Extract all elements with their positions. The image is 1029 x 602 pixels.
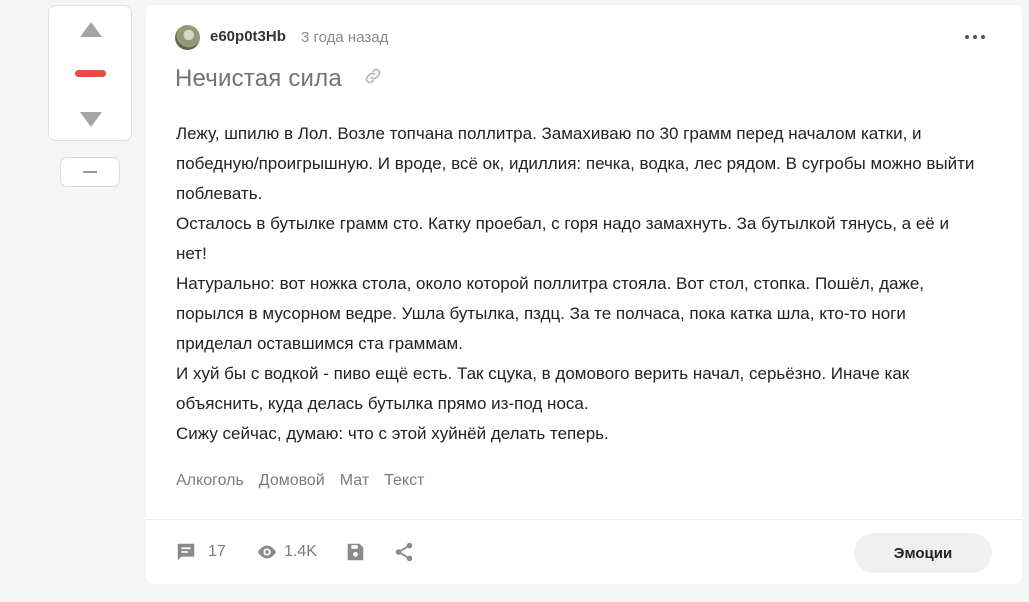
comments-count: 17 (208, 543, 226, 560)
tag[interactable]: Алкоголь (176, 472, 244, 490)
vote-panel (48, 5, 132, 141)
story-paragraph: Сижу сейчас, думаю: что с этой хуйнёй де… (176, 424, 609, 443)
save-icon (344, 541, 366, 563)
eye-icon (256, 541, 278, 563)
minus-icon (83, 171, 97, 173)
tag[interactable]: Текст (384, 472, 424, 490)
collapse-button[interactable] (60, 157, 120, 187)
tag[interactable]: Домовой (259, 472, 325, 490)
views-count: 1.4K (284, 543, 317, 560)
rating-indicator (75, 70, 106, 77)
comment-icon (175, 541, 197, 563)
tag[interactable]: Мат (340, 472, 369, 490)
story-paragraph: Осталось в бутылке грамм сто. Катку прое… (176, 214, 949, 263)
arrow-down-icon[interactable] (80, 112, 102, 127)
link-icon[interactable] (363, 66, 383, 86)
tag-list: Алкоголь Домовой Мат Текст (176, 472, 424, 490)
divider (146, 519, 1022, 520)
post-body: Лежу, шпилю в Лол. Возле топчана поллитр… (176, 119, 976, 449)
save-button[interactable] (344, 541, 366, 563)
story-paragraph: И хуй бы с водкой - пиво ещё есть. Так с… (176, 364, 910, 413)
post-title[interactable]: Нечистая сила (175, 65, 342, 93)
story-paragraph: Лежу, шпилю в Лол. Возле топчана поллитр… (176, 124, 975, 203)
share-button[interactable] (393, 541, 415, 563)
comments-button[interactable]: 17 (175, 541, 226, 563)
emotions-button[interactable]: Эмоции (854, 533, 992, 573)
more-icon[interactable] (965, 27, 985, 47)
post-time: 3 года назад (301, 29, 389, 46)
avatar[interactable] (175, 25, 200, 50)
author-name[interactable]: e60p0t3Hb (210, 28, 286, 45)
arrow-up-icon[interactable] (80, 22, 102, 37)
views-indicator: 1.4K (256, 541, 317, 563)
story-paragraph: Натурально: вот ножка стола, около котор… (176, 274, 925, 353)
share-icon (393, 541, 415, 563)
post-card: e60p0t3Hb 3 года назад Нечистая сила Леж… (146, 5, 1022, 584)
